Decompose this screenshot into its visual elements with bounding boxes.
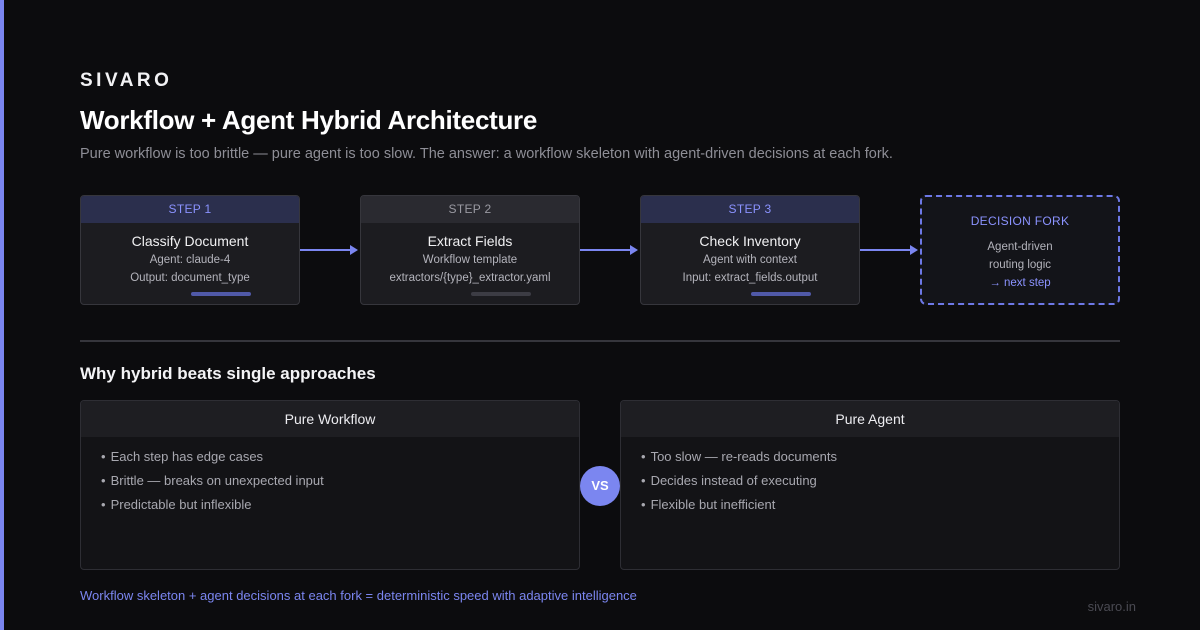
comparison-title: Why hybrid beats single approaches (80, 364, 376, 383)
arrow-step2-to-step3 (580, 245, 638, 255)
pure-workflow-card: Pure Workflow Each step has edge cases B… (80, 400, 580, 570)
list-item: Flexible but inefficient (641, 497, 1119, 521)
card-bullet-list: Too slow — re-reads documents Decides in… (621, 437, 1119, 521)
footer-summary: Workflow skeleton + agent decisions at e… (80, 588, 637, 603)
list-item: Decides instead of executing (641, 473, 1119, 497)
step-indicator-bar (191, 292, 251, 296)
step-label: STEP 2 (361, 196, 579, 223)
step-indicator-bar (751, 292, 811, 296)
fork-label: DECISION FORK (970, 214, 1070, 228)
step-detail-1: Workflow template (422, 254, 518, 266)
arrow-step3-to-fork (860, 245, 918, 255)
step-detail-1: Agent: claude-4 (149, 254, 231, 266)
decision-fork-box: DECISION FORK Agent-driven routing logic… (920, 195, 1120, 305)
step-title: Check Inventory (699, 233, 801, 249)
step-detail-2: Output: document_type (130, 272, 250, 284)
list-item: Predictable but inflexible (101, 497, 579, 521)
list-item: Each step has edge cases (101, 449, 579, 473)
step-card-3: STEP 3 Check Inventory Agent with contex… (640, 195, 860, 305)
page-title: Workflow + Agent Hybrid Architecture (80, 105, 538, 135)
step-title: Classify Document (131, 233, 249, 249)
step-card-2: STEP 2 Extract Fields Workflow template … (360, 195, 580, 305)
pure-agent-card: Pure Agent Too slow — re-reads documents… (620, 400, 1120, 570)
card-bullet-list: Each step has edge cases Brittle — break… (81, 437, 579, 521)
vs-badge: VS (580, 466, 620, 506)
step-detail-1: Agent with context (703, 254, 797, 266)
arrow-step1-to-step2 (300, 245, 358, 255)
step-label: STEP 3 (641, 196, 859, 223)
card-title: Pure Workflow (81, 401, 579, 437)
card-title: Pure Agent (621, 401, 1119, 437)
step-indicator-bar (471, 292, 531, 296)
brand-logo: SIVARO (80, 70, 173, 91)
step-card-1: STEP 1 Classify Document Agent: claude-4… (80, 195, 300, 305)
list-item: Brittle — breaks on unexpected input (101, 473, 579, 497)
step-detail-2: extractors/{type}_extractor.yaml (389, 272, 551, 284)
fork-detail-1: Agent-driven (987, 241, 1053, 253)
step-detail-2: Input: extract_fields.output (682, 272, 818, 284)
section-divider (80, 340, 1120, 342)
page-subtitle: Pure workflow is too brittle — pure agen… (80, 146, 893, 162)
left-accent-bar (0, 0, 4, 630)
fork-next-step: → next step (989, 277, 1051, 289)
step-label: STEP 1 (81, 196, 299, 223)
step-title: Extract Fields (427, 233, 513, 249)
footer-url: sivaro.in (1087, 599, 1136, 614)
fork-detail-2: routing logic (988, 259, 1051, 271)
list-item: Too slow — re-reads documents (641, 449, 1119, 473)
